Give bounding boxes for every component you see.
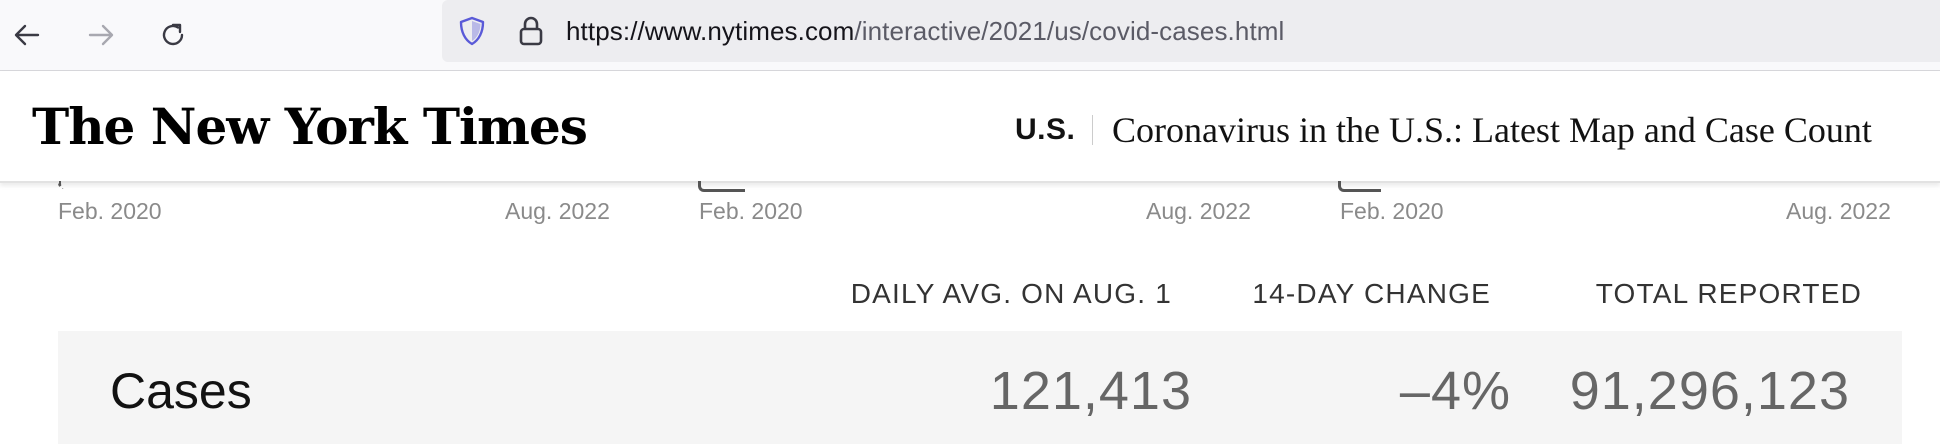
back-button[interactable]: [4, 12, 50, 58]
url-host: https://www.nytimes.com: [566, 16, 855, 46]
chart-axis-end: Aug. 2022: [505, 198, 610, 224]
forward-button[interactable]: [78, 12, 124, 58]
chart-fragment: [58, 181, 67, 189]
url-text[interactable]: https://www.nytimes.com/interactive/2021…: [566, 14, 1284, 48]
table-row-cases: Cases 121,413 –4% 91,296,123: [58, 331, 1902, 444]
browser-toolbar: https://www.nytimes.com/interactive/2021…: [0, 0, 1940, 71]
reload-icon: [162, 23, 184, 46]
chart-fragment: [698, 181, 745, 192]
total-reported-value: 91,296,123: [1569, 361, 1850, 421]
back-icon: [14, 24, 40, 46]
col-header-14-day-change: 14-DAY CHANGE: [1252, 278, 1491, 309]
url-bar[interactable]: https://www.nytimes.com/interactive/2021…: [442, 0, 1940, 62]
daily-avg-value: 121,413: [989, 361, 1192, 421]
reload-button[interactable]: [150, 12, 196, 58]
section-link[interactable]: U.S.: [1015, 111, 1075, 149]
url-path: /interactive/2021/us/covid-cases.html: [854, 16, 1285, 46]
header-divider: [1092, 115, 1093, 145]
col-header-total-reported: TOTAL REPORTED: [1595, 278, 1862, 309]
chart-axis-start: Feb. 2020: [1340, 198, 1444, 224]
chart-axis-end: Aug. 2022: [1146, 198, 1251, 224]
change-value: –4%: [1399, 361, 1511, 421]
nyt-logo[interactable]: The New York Times: [32, 97, 588, 157]
chart-axis-start: Feb. 2020: [699, 198, 803, 224]
lock-icon[interactable]: [516, 14, 546, 48]
forward-icon: [88, 24, 114, 46]
site-header: The New York Times U.S. Coronavirus in t…: [0, 71, 1940, 183]
chart-axis-start: Feb. 2020: [58, 198, 162, 224]
chart-fragment: [1338, 181, 1381, 192]
page-headline: Coronavirus in the U.S.: Latest Map and …: [1112, 110, 1872, 150]
row-label: Cases: [110, 363, 252, 419]
shield-icon[interactable]: [456, 15, 488, 47]
chart-axis-end: Aug. 2022: [1786, 198, 1891, 224]
col-header-daily-avg: DAILY AVG. ON AUG. 1: [850, 278, 1172, 309]
